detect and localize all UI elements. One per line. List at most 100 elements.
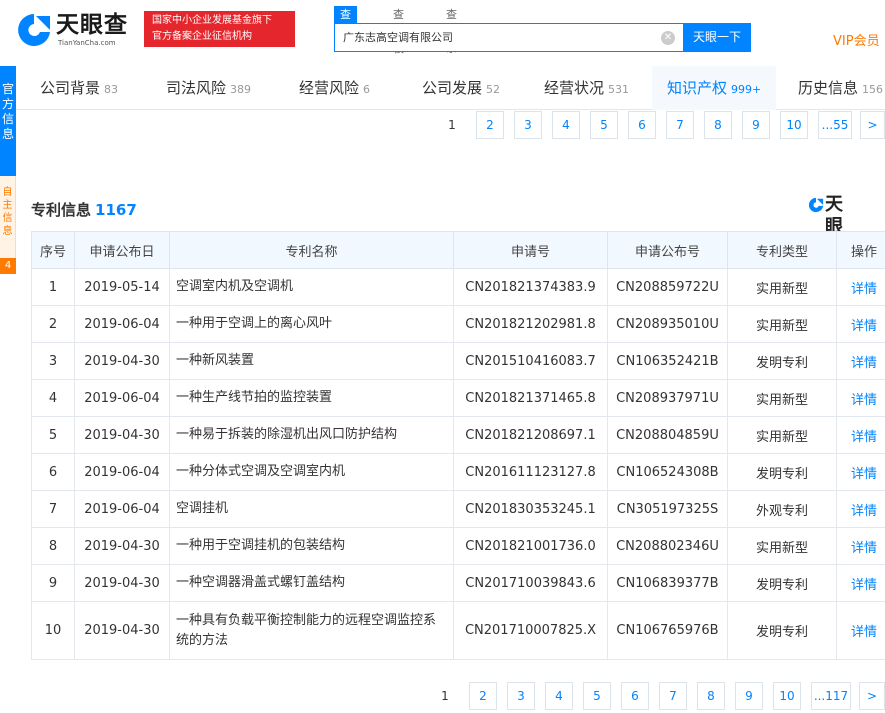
col-header-type: 专利类型 xyxy=(727,231,837,269)
next-page-button[interactable]: > xyxy=(860,111,885,139)
cell-app-no: CN201510416083.7 xyxy=(453,342,608,380)
table-row: 6 2019-06-04 一种分体式空调及空调室内机 CN20161112312… xyxy=(31,453,885,491)
pagination-top: 1 2 3 4 5 6 7 8 9 10 ...55 > xyxy=(438,111,885,139)
detail-link[interactable]: 详情 xyxy=(836,490,885,528)
cell-app-no: CN201611123127.8 xyxy=(453,453,608,491)
page-last-link[interactable]: ...117 xyxy=(811,682,851,710)
detail-link[interactable]: 详情 xyxy=(836,453,885,491)
page-last-link[interactable]: ...55 xyxy=(818,111,852,139)
tab-count: 999+ xyxy=(731,83,762,96)
page-link[interactable]: 9 xyxy=(735,682,763,710)
page-current: 1 xyxy=(438,111,466,139)
page-link[interactable]: 8 xyxy=(697,682,725,710)
detail-link[interactable]: 详情 xyxy=(836,527,885,565)
page-link[interactable]: 2 xyxy=(469,682,497,710)
side-self-info[interactable]: 自主信息 xyxy=(0,176,16,258)
tab-intellectual-property[interactable]: 知识产权 999+ xyxy=(652,66,777,110)
cell-patent-name: 一种空调器滑盖式螺钉盖结构 xyxy=(169,564,454,602)
cell-type: 发明专利 xyxy=(727,564,837,602)
page-link[interactable]: 8 xyxy=(704,111,732,139)
cell-index: 5 xyxy=(31,416,75,454)
col-header-app-no: 申请号 xyxy=(453,231,608,269)
cell-date: 2019-06-04 xyxy=(74,453,170,491)
cell-app-no: CN201821202981.8 xyxy=(453,305,608,343)
side-official-info[interactable]: 官方信息 xyxy=(0,66,16,176)
table-row: 2 2019-06-04 一种用于空调上的离心风叶 CN201821202981… xyxy=(31,305,885,343)
table-row: 4 2019-06-04 一种生产线节拍的监控装置 CN201821371465… xyxy=(31,379,885,417)
cell-patent-name: 一种易于拆装的除湿机出风口防护结构 xyxy=(169,416,454,454)
page-link[interactable]: 2 xyxy=(476,111,504,139)
cell-index: 6 xyxy=(31,453,75,491)
tab-operating-status[interactable]: 经营状况 531 xyxy=(544,66,629,110)
top-header: 天眼查 TianYanCha.com 国家中小企业发展基金旗下 官方备案企业征信… xyxy=(0,0,885,66)
page-link[interactable]: 3 xyxy=(514,111,542,139)
page-link[interactable]: 4 xyxy=(552,111,580,139)
detail-link[interactable]: 详情 xyxy=(836,601,885,660)
page-link[interactable]: 5 xyxy=(583,682,611,710)
table-row: 10 2019-04-30 一种具有负载平衡控制能力的远程空调监控系统的方法 C… xyxy=(31,601,885,660)
badge-line-1: 国家中小企业发展基金旗下 xyxy=(152,15,272,26)
cell-app-no: CN201821208697.1 xyxy=(453,416,608,454)
cell-app-no: CN201710039843.6 xyxy=(453,564,608,602)
tab-legal-risk[interactable]: 司法风险 389 xyxy=(166,66,251,110)
page-link[interactable]: 5 xyxy=(590,111,618,139)
patent-table: 序号 申请公布日 专利名称 申请号 申请公布号 专利类型 操作 1 2019-0… xyxy=(31,231,885,660)
detail-link[interactable]: 详情 xyxy=(836,342,885,380)
col-header-index: 序号 xyxy=(31,231,75,269)
cell-index: 3 xyxy=(31,342,75,380)
cell-index: 4 xyxy=(31,379,75,417)
site-logo[interactable]: 天眼查 TianYanCha.com xyxy=(14,10,134,50)
next-page-button[interactable]: > xyxy=(859,682,885,710)
cell-patent-name: 一种分体式空调及空调室内机 xyxy=(169,453,454,491)
page-link[interactable]: 10 xyxy=(773,682,801,710)
cell-pub-no: CN106839377B xyxy=(607,564,728,602)
tab-search-boss[interactable]: 查老板 xyxy=(387,6,410,55)
tab-search-company[interactable]: 查公司 xyxy=(334,6,357,55)
cell-app-no: CN201830353245.1 xyxy=(453,490,608,528)
page-link[interactable]: 7 xyxy=(659,682,687,710)
search-input[interactable]: 广东志高空调有限公司 xyxy=(334,23,684,52)
table-row: 1 2019-05-14 空调室内机及空调机 CN201821374383.9 … xyxy=(31,268,885,306)
detail-link[interactable]: 详情 xyxy=(836,564,885,602)
page-link[interactable]: 7 xyxy=(666,111,694,139)
cell-app-no: CN201821374383.9 xyxy=(453,268,608,306)
page-link[interactable]: 3 xyxy=(507,682,535,710)
cell-pub-no: CN208802346U xyxy=(607,527,728,565)
clear-search-icon[interactable]: ✕ xyxy=(661,31,675,45)
tab-label: 经营风险 xyxy=(299,79,360,97)
tab-label: 历史信息 xyxy=(798,79,859,97)
cell-index: 10 xyxy=(31,601,75,660)
tab-label: 公司背景 xyxy=(40,79,101,97)
cell-pub-no: CN208935010U xyxy=(607,305,728,343)
search-button[interactable]: 天眼一下 xyxy=(683,23,751,52)
detail-link[interactable]: 详情 xyxy=(836,268,885,306)
cell-app-no: CN201821371465.8 xyxy=(453,379,608,417)
tab-business-risk[interactable]: 经营风险 6 xyxy=(299,66,370,110)
tab-history-info[interactable]: 历史信息 156 xyxy=(798,66,883,110)
tab-company-background[interactable]: 公司背景 83 xyxy=(40,66,118,110)
tab-search-relation[interactable]: 查关系 xyxy=(440,6,463,55)
tab-count: 389 xyxy=(230,83,252,96)
cell-date: 2019-06-04 xyxy=(74,379,170,417)
cell-pub-no: CN106352421B xyxy=(607,342,728,380)
cell-index: 9 xyxy=(31,564,75,602)
detail-link[interactable]: 详情 xyxy=(836,416,885,454)
page-link[interactable]: 9 xyxy=(742,111,770,139)
vip-link[interactable]: VIP会员 xyxy=(833,30,880,49)
col-header-date: 申请公布日 xyxy=(74,231,170,269)
detail-link[interactable]: 详情 xyxy=(836,305,885,343)
table-row: 7 2019-06-04 空调挂机 CN201830353245.1 CN305… xyxy=(31,490,885,528)
detail-link[interactable]: 详情 xyxy=(836,379,885,417)
page-link[interactable]: 6 xyxy=(628,111,656,139)
cell-type: 实用新型 xyxy=(727,305,837,343)
tab-company-development[interactable]: 公司发展 52 xyxy=(422,66,500,110)
col-header-name: 专利名称 xyxy=(169,231,454,269)
cell-type: 实用新型 xyxy=(727,416,837,454)
cell-type: 发明专利 xyxy=(727,453,837,491)
cell-type: 发明专利 xyxy=(727,601,837,660)
cell-date: 2019-04-30 xyxy=(74,564,170,602)
cell-date: 2019-05-14 xyxy=(74,268,170,306)
page-link[interactable]: 6 xyxy=(621,682,649,710)
page-link[interactable]: 10 xyxy=(780,111,808,139)
page-link[interactable]: 4 xyxy=(545,682,573,710)
